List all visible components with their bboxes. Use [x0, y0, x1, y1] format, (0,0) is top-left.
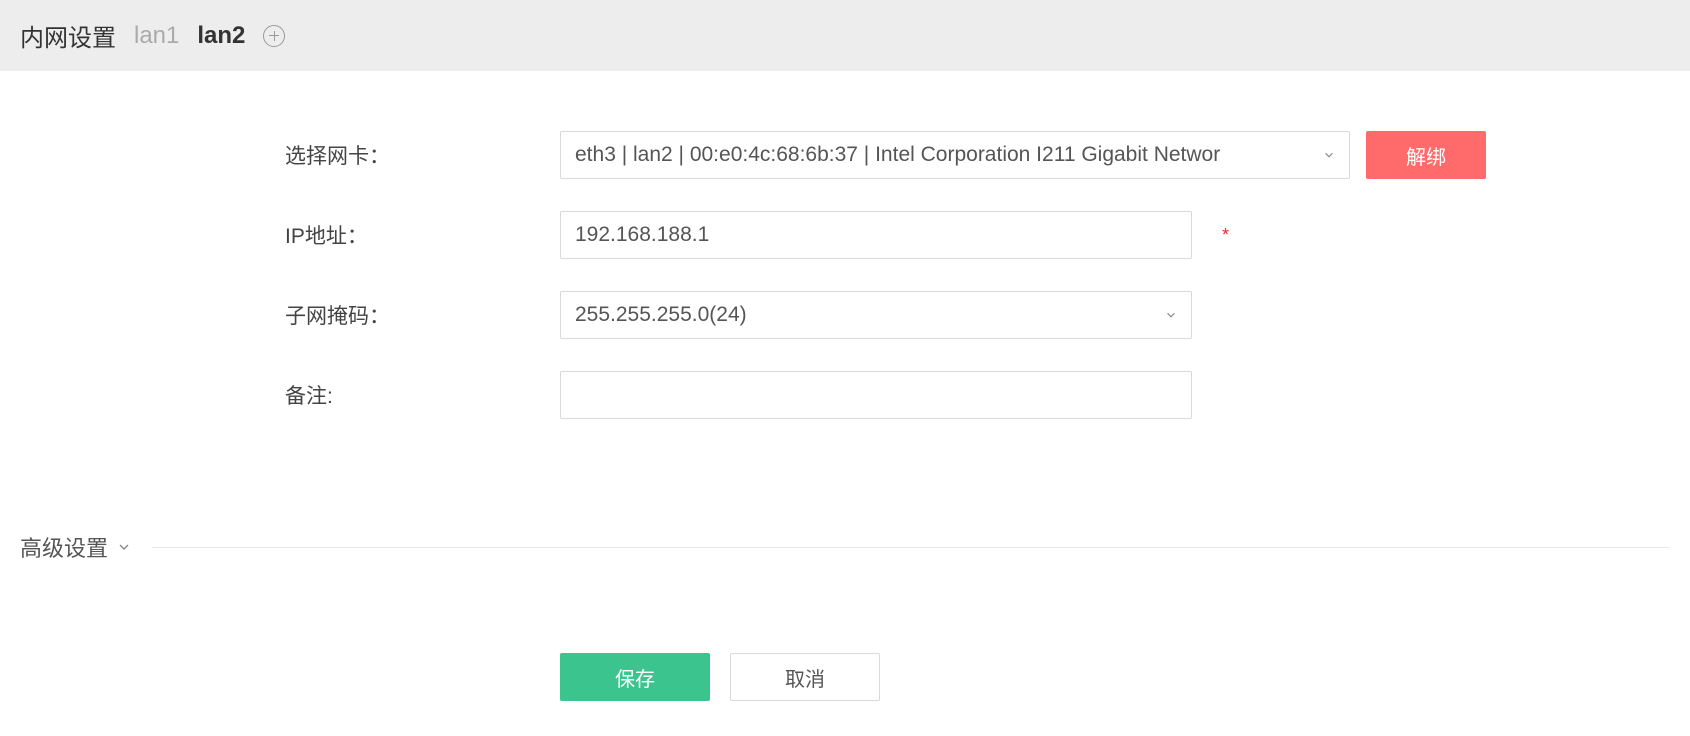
unbind-button[interactable]: 解绑 — [1366, 131, 1486, 179]
select-mask-value: 255.255.255.0(24) — [560, 291, 1192, 339]
form-container: 选择网卡： eth3 | lan2 | 00:e0:4c:68:6b:37 | … — [0, 71, 1690, 471]
row-mask: 子网掩码： 255.255.255.0(24) — [20, 291, 1670, 339]
advanced-label: 高级设置 — [20, 531, 108, 563]
select-nic-value: eth3 | lan2 | 00:e0:4c:68:6b:37 | Intel … — [560, 131, 1350, 179]
row-ip: IP地址： * — [20, 211, 1670, 259]
advanced-toggle[interactable]: 高级设置 — [20, 531, 132, 563]
required-indicator: * — [1222, 225, 1229, 246]
select-mask[interactable]: 255.255.255.0(24) — [560, 291, 1192, 339]
header-bar: 内网设置 lan1 lan2 — [0, 0, 1690, 71]
label-mask: 子网掩码： — [20, 300, 560, 330]
page-title: 内网设置 — [20, 18, 116, 53]
row-remark: 备注: — [20, 371, 1670, 419]
label-remark: 备注: — [20, 380, 560, 410]
label-ip: IP地址： — [20, 220, 560, 250]
input-ip[interactable] — [560, 211, 1192, 259]
label-nic: 选择网卡： — [20, 140, 560, 170]
select-nic[interactable]: eth3 | lan2 | 00:e0:4c:68:6b:37 | Intel … — [560, 131, 1350, 179]
tab-lan1[interactable]: lan1 — [134, 22, 179, 50]
row-nic: 选择网卡： eth3 | lan2 | 00:e0:4c:68:6b:37 | … — [20, 131, 1670, 179]
advanced-section: 高级设置 — [0, 511, 1690, 583]
add-tab-icon[interactable] — [263, 25, 285, 47]
tab-lan2[interactable]: lan2 — [197, 22, 245, 50]
button-row: 保存 取消 — [0, 653, 1690, 701]
divider-line — [152, 547, 1670, 548]
cancel-button[interactable]: 取消 — [730, 653, 880, 701]
chevron-down-icon — [116, 539, 132, 555]
save-button[interactable]: 保存 — [560, 653, 710, 701]
input-remark[interactable] — [560, 371, 1192, 419]
